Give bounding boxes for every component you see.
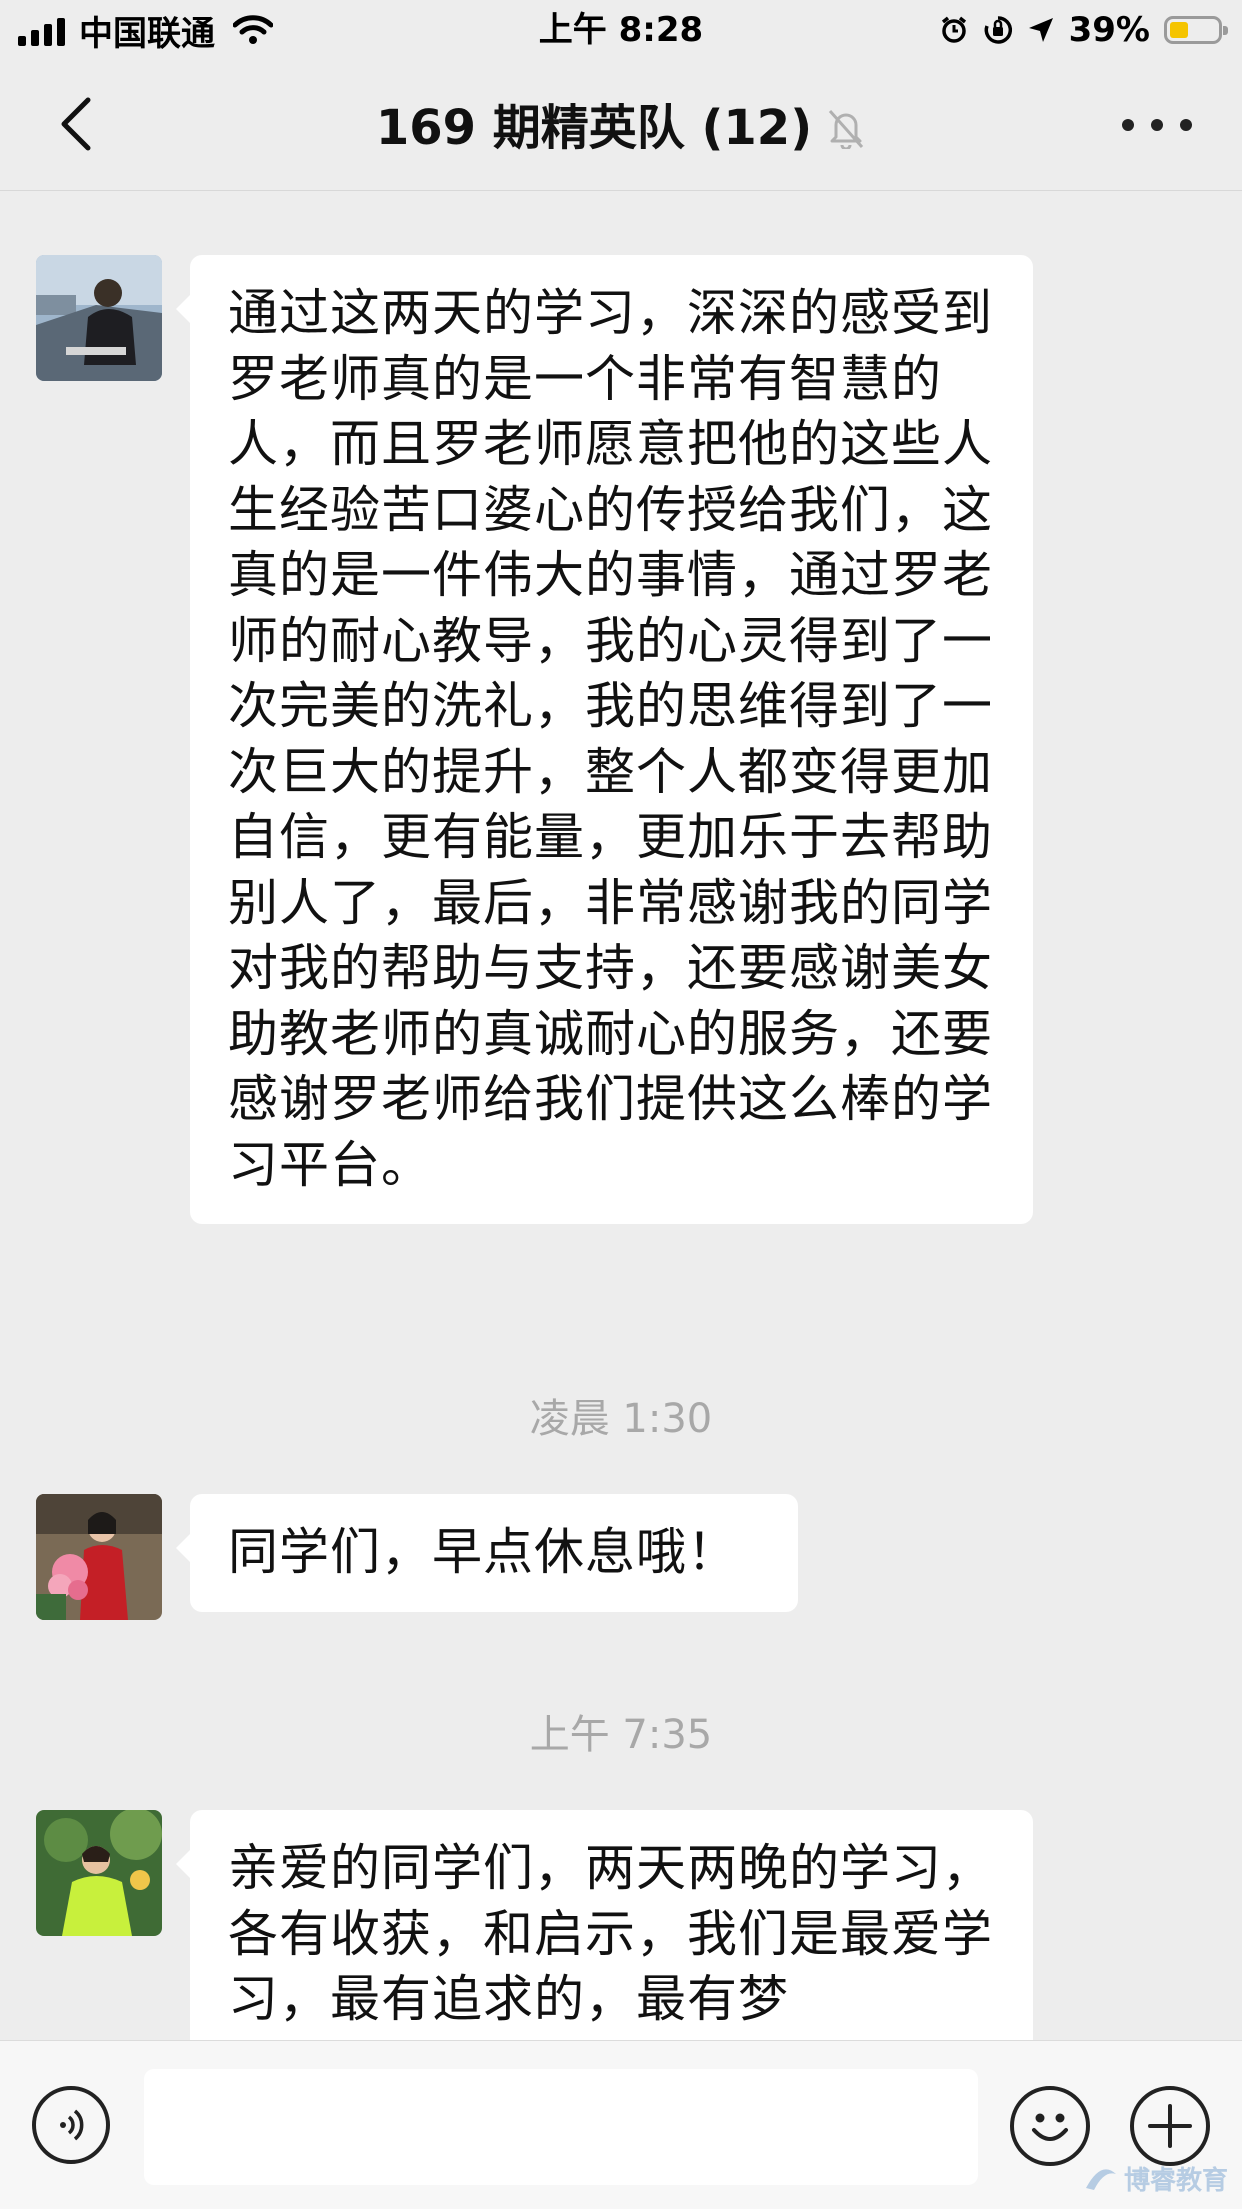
emoji-button[interactable] (1010, 2086, 1090, 2166)
more-functions-button[interactable] (1130, 2086, 1210, 2166)
avatar[interactable] (36, 1494, 162, 1620)
emoji-icon (1032, 2113, 1068, 2141)
bell-off-icon (829, 110, 864, 149)
location-icon (1028, 18, 1053, 42)
more-button[interactable] (1122, 112, 1192, 138)
input-bar: 博睿教育 (0, 2040, 1242, 2209)
avatar-man-laptop (36, 255, 162, 381)
avatar-woman-flowers (36, 1494, 162, 1620)
chat-title-text: 169 期精英队 (12) (375, 100, 813, 156)
message-text: 同学们，早点休息哦！ (228, 1523, 738, 1581)
alarm-icon (941, 16, 966, 43)
message-bubble[interactable]: 同学们，早点休息哦！ (176, 1494, 798, 1612)
message-text: 亲爱的同学们，两天两晚的学习，各有收获，和启示，我们是最爱学习，最有追求的，最有… (228, 1839, 993, 2028)
status-bar: 中国联通 上午 8:28 39% (0, 0, 1242, 60)
chat-title: 169 期精英队 (12) (0, 98, 1242, 158)
timestamp: 凌晨 1:30 (529, 1396, 713, 1442)
avatar[interactable] (36, 1810, 162, 1936)
battery-percent: 39% (1068, 10, 1150, 50)
orientation-lock-icon (984, 16, 1012, 44)
watermark-logo-icon (1085, 2168, 1116, 2190)
avatar[interactable] (36, 255, 162, 381)
message-bubble[interactable]: 亲爱的同学们，两天两晚的学习，各有收获，和启示，我们是最爱学习，最有追求的，最有… (176, 1810, 1033, 2059)
avatar-woman-green (36, 1810, 162, 1936)
message-text: 通过这两天的学习，深深的感受到罗老师真的是一个非常有智慧的人，而且罗老师愿意把他… (228, 284, 993, 1194)
timestamp: 上午 7:35 (529, 1712, 713, 1758)
voice-icon (60, 2109, 84, 2141)
plus-icon (1148, 2104, 1192, 2148)
battery-level (1170, 22, 1188, 38)
nav-bar: 169 期精英队 (12) (0, 60, 1242, 191)
status-right: 39% (939, 8, 1228, 52)
battery-icon (1164, 16, 1228, 44)
message-input[interactable] (144, 2069, 978, 2185)
watermark-text: 博睿教育 (1123, 2166, 1228, 2196)
watermark: 博睿教育 (1084, 2160, 1228, 2197)
message-bubble[interactable]: 通过这两天的学习，深深的感受到罗老师真的是一个非常有智慧的人，而且罗老师愿意把他… (176, 255, 1033, 1224)
voice-button[interactable] (32, 2086, 110, 2164)
more-dots-icon (1122, 119, 1134, 131)
